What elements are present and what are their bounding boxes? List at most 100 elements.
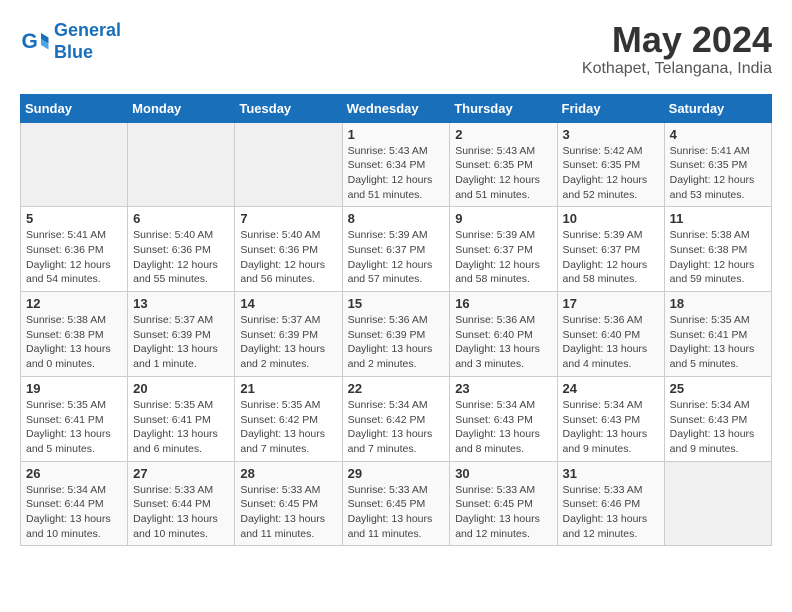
calendar-table: SundayMondayTuesdayWednesdayThursdayFrid…	[20, 94, 772, 547]
day-info: Sunrise: 5:34 AM Sunset: 6:42 PM Dayligh…	[348, 398, 445, 457]
logo-icon: G	[20, 27, 50, 57]
calendar-cell: 24 Sunrise: 5:34 AM Sunset: 6:43 PM Dayli…	[557, 376, 664, 461]
day-number: 23	[455, 381, 551, 396]
calendar-cell: 11Sunrise: 5:38 AM Sunset: 6:38 PM Dayli…	[664, 207, 771, 292]
calendar-cell: 22Sunrise: 5:34 AM Sunset: 6:42 PM Dayli…	[342, 376, 450, 461]
header-cell-friday: Friday	[557, 94, 664, 122]
day-info: Sunrise: 5:37 AM Sunset: 6:39 PM Dayligh…	[133, 313, 229, 372]
day-info: Sunrise: 5:33 AM Sunset: 6:46 PM Dayligh…	[563, 483, 659, 542]
day-number: 24	[563, 381, 659, 396]
day-number: 5	[26, 211, 122, 226]
day-number: 9	[455, 211, 551, 226]
calendar-cell: 8 Sunrise: 5:39 AM Sunset: 6:37 PM Daylig…	[342, 207, 450, 292]
calendar-cell: 26 Sunrise: 5:34 AM Sunset: 6:44 PM Dayli…	[21, 461, 128, 546]
calendar-cell: 28 Sunrise: 5:33 AM Sunset: 6:45 PM Dayli…	[235, 461, 342, 546]
day-number: 11	[670, 211, 766, 226]
calendar-cell: 15Sunrise: 5:36 AM Sunset: 6:39 PM Dayli…	[342, 292, 450, 377]
day-number: 30	[455, 466, 551, 481]
calendar-cell: 27Sunrise: 5:33 AM Sunset: 6:44 PM Dayli…	[128, 461, 235, 546]
day-number: 1	[348, 127, 445, 142]
day-info: Sunrise: 5:34 AM Sunset: 6:43 PM Dayligh…	[455, 398, 551, 457]
week-row-1: 1Sunrise: 5:43 AM Sunset: 6:34 PM Daylig…	[21, 122, 772, 207]
header-cell-thursday: Thursday	[450, 94, 557, 122]
day-number: 8	[348, 211, 445, 226]
calendar-cell: 1Sunrise: 5:43 AM Sunset: 6:34 PM Daylig…	[342, 122, 450, 207]
day-number: 21	[240, 381, 336, 396]
day-info: Sunrise: 5:40 AM Sunset: 6:36 PM Dayligh…	[133, 228, 229, 287]
logo: G General Blue	[20, 20, 121, 63]
day-number: 31	[563, 466, 659, 481]
day-info: Sunrise: 5:39 AM Sunset: 6:37 PM Dayligh…	[348, 228, 445, 287]
month-title: May 2024	[582, 20, 772, 60]
calendar-cell: 31 Sunrise: 5:33 AM Sunset: 6:46 PM Dayli…	[557, 461, 664, 546]
day-number: 12	[26, 296, 122, 311]
calendar-cell: 13 Sunrise: 5:37 AM Sunset: 6:39 PM Dayli…	[128, 292, 235, 377]
logo-line1: General	[54, 20, 121, 40]
header-row: SundayMondayTuesdayWednesdayThursdayFrid…	[21, 94, 772, 122]
day-info: Sunrise: 5:34 AM Sunset: 6:44 PM Dayligh…	[26, 483, 122, 542]
calendar-cell: 9 Sunrise: 5:39 AM Sunset: 6:37 PM Daylig…	[450, 207, 557, 292]
calendar-cell: 7 Sunrise: 5:40 AM Sunset: 6:36 PM Daylig…	[235, 207, 342, 292]
day-info: Sunrise: 5:40 AM Sunset: 6:36 PM Dayligh…	[240, 228, 336, 287]
calendar-cell: 23 Sunrise: 5:34 AM Sunset: 6:43 PM Dayli…	[450, 376, 557, 461]
day-info: Sunrise: 5:33 AM Sunset: 6:45 PM Dayligh…	[455, 483, 551, 542]
header-cell-monday: Monday	[128, 94, 235, 122]
day-info: Sunrise: 5:35 AM Sunset: 6:42 PM Dayligh…	[240, 398, 336, 457]
calendar-cell: 20Sunrise: 5:35 AM Sunset: 6:41 PM Dayli…	[128, 376, 235, 461]
calendar-cell: 6Sunrise: 5:40 AM Sunset: 6:36 PM Daylig…	[128, 207, 235, 292]
day-number: 4	[670, 127, 766, 142]
day-info: Sunrise: 5:41 AM Sunset: 6:35 PM Dayligh…	[670, 144, 766, 203]
day-info: Sunrise: 5:35 AM Sunset: 6:41 PM Dayligh…	[26, 398, 122, 457]
day-info: Sunrise: 5:37 AM Sunset: 6:39 PM Dayligh…	[240, 313, 336, 372]
calendar-cell	[235, 122, 342, 207]
calendar-cell: 30 Sunrise: 5:33 AM Sunset: 6:45 PM Dayli…	[450, 461, 557, 546]
day-number: 28	[240, 466, 336, 481]
day-number: 2	[455, 127, 551, 142]
day-info: Sunrise: 5:41 AM Sunset: 6:36 PM Dayligh…	[26, 228, 122, 287]
week-row-4: 19 Sunrise: 5:35 AM Sunset: 6:41 PM Dayli…	[21, 376, 772, 461]
header-cell-saturday: Saturday	[664, 94, 771, 122]
calendar-cell: 17 Sunrise: 5:36 AM Sunset: 6:40 PM Dayli…	[557, 292, 664, 377]
day-info: Sunrise: 5:39 AM Sunset: 6:37 PM Dayligh…	[455, 228, 551, 287]
calendar-cell: 21 Sunrise: 5:35 AM Sunset: 6:42 PM Dayli…	[235, 376, 342, 461]
day-info: Sunrise: 5:36 AM Sunset: 6:40 PM Dayligh…	[455, 313, 551, 372]
day-number: 7	[240, 211, 336, 226]
calendar-cell: 16 Sunrise: 5:36 AM Sunset: 6:40 PM Dayli…	[450, 292, 557, 377]
day-number: 26	[26, 466, 122, 481]
day-info: Sunrise: 5:33 AM Sunset: 6:44 PM Dayligh…	[133, 483, 229, 542]
calendar-cell: 12 Sunrise: 5:38 AM Sunset: 6:38 PM Dayli…	[21, 292, 128, 377]
calendar-cell	[21, 122, 128, 207]
day-info: Sunrise: 5:35 AM Sunset: 6:41 PM Dayligh…	[670, 313, 766, 372]
day-info: Sunrise: 5:38 AM Sunset: 6:38 PM Dayligh…	[26, 313, 122, 372]
logo-line2: Blue	[54, 42, 93, 62]
day-number: 3	[563, 127, 659, 142]
day-number: 29	[348, 466, 445, 481]
day-number: 13	[133, 296, 229, 311]
calendar-cell: 4 Sunrise: 5:41 AM Sunset: 6:35 PM Daylig…	[664, 122, 771, 207]
day-info: Sunrise: 5:36 AM Sunset: 6:40 PM Dayligh…	[563, 313, 659, 372]
calendar-cell: 18 Sunrise: 5:35 AM Sunset: 6:41 PM Dayli…	[664, 292, 771, 377]
calendar-cell: 29Sunrise: 5:33 AM Sunset: 6:45 PM Dayli…	[342, 461, 450, 546]
calendar-cell: 10Sunrise: 5:39 AM Sunset: 6:37 PM Dayli…	[557, 207, 664, 292]
location-title: Kothapet, Telangana, India	[582, 60, 772, 78]
day-number: 25	[670, 381, 766, 396]
calendar-cell: 5 Sunrise: 5:41 AM Sunset: 6:36 PM Daylig…	[21, 207, 128, 292]
day-info: Sunrise: 5:34 AM Sunset: 6:43 PM Dayligh…	[670, 398, 766, 457]
week-row-2: 5 Sunrise: 5:41 AM Sunset: 6:36 PM Daylig…	[21, 207, 772, 292]
day-number: 17	[563, 296, 659, 311]
day-info: Sunrise: 5:34 AM Sunset: 6:43 PM Dayligh…	[563, 398, 659, 457]
calendar-cell: 2 Sunrise: 5:43 AM Sunset: 6:35 PM Daylig…	[450, 122, 557, 207]
logo-text: General Blue	[54, 20, 121, 63]
calendar-cell: 25 Sunrise: 5:34 AM Sunset: 6:43 PM Dayli…	[664, 376, 771, 461]
title-block: May 2024 Kothapet, Telangana, India	[582, 20, 772, 78]
day-info: Sunrise: 5:39 AM Sunset: 6:37 PM Dayligh…	[563, 228, 659, 287]
calendar-cell	[128, 122, 235, 207]
header-cell-tuesday: Tuesday	[235, 94, 342, 122]
day-info: Sunrise: 5:43 AM Sunset: 6:35 PM Dayligh…	[455, 144, 551, 203]
day-number: 19	[26, 381, 122, 396]
day-info: Sunrise: 5:42 AM Sunset: 6:35 PM Dayligh…	[563, 144, 659, 203]
day-number: 16	[455, 296, 551, 311]
day-number: 18	[670, 296, 766, 311]
day-number: 14	[240, 296, 336, 311]
day-info: Sunrise: 5:33 AM Sunset: 6:45 PM Dayligh…	[240, 483, 336, 542]
